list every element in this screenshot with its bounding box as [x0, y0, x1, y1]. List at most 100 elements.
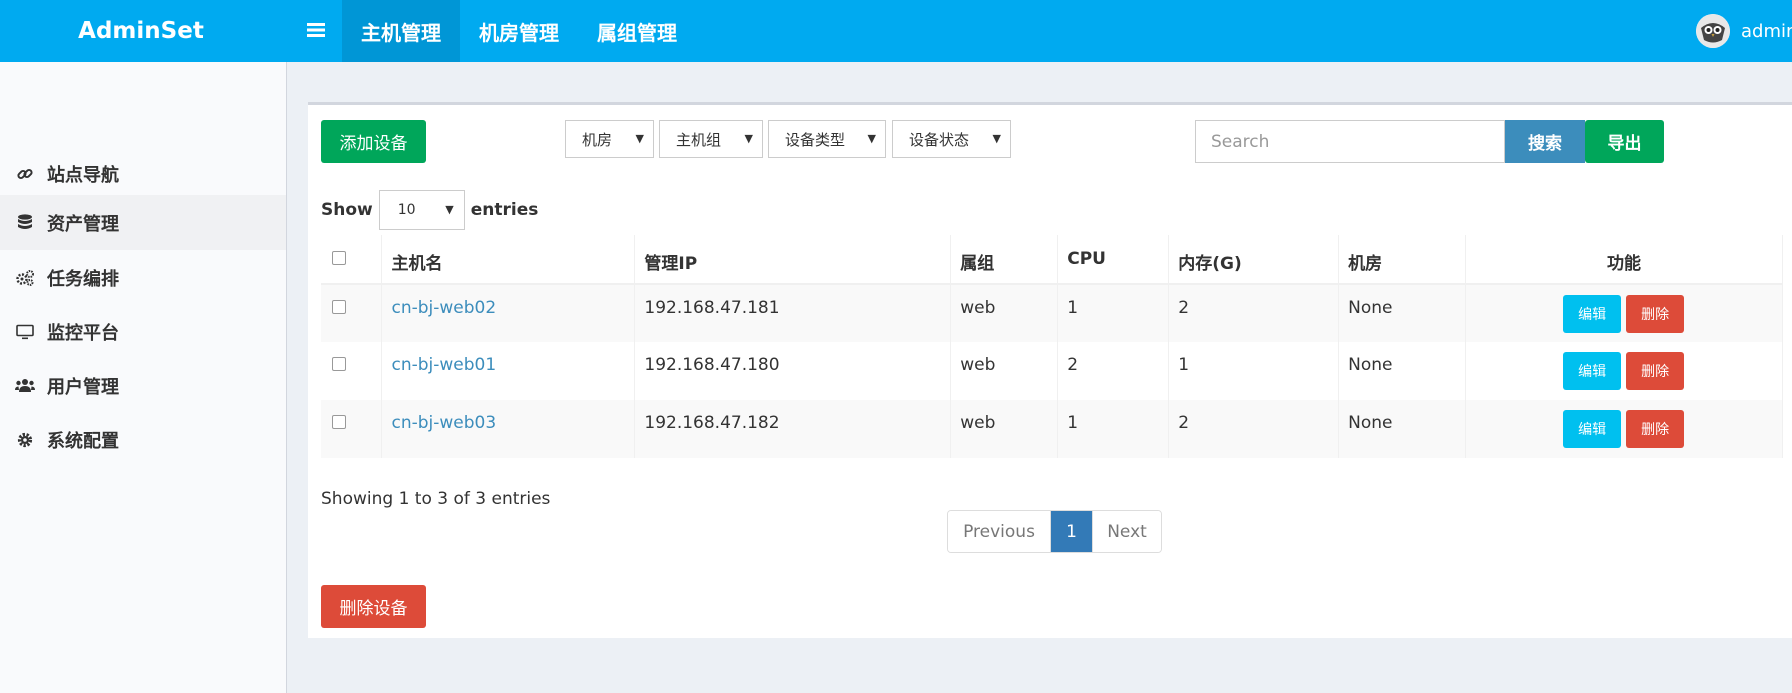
- filter-device-status-label: 设备状态: [909, 130, 970, 149]
- filter-device-type-label: 设备类型: [785, 130, 846, 149]
- topnav-idc-management[interactable]: 机房管理: [460, 0, 578, 62]
- caret-down-icon: ▼: [635, 132, 644, 145]
- caret-down-icon: ▼: [992, 132, 1001, 145]
- row-checkbox[interactable]: [332, 357, 346, 371]
- sidebar-item-label: 任务编排: [47, 268, 119, 290]
- memory-cell: 1: [1168, 342, 1340, 400]
- sidebar: 站点导航 资产管理 任务编排 监控平台 用户管理 系统配置: [0, 62, 287, 693]
- user-menu[interactable]: admin: [1696, 13, 1792, 49]
- group-cell: web: [950, 400, 1059, 458]
- owl-avatar-icon: [1696, 14, 1730, 48]
- filter-device-type-select[interactable]: 设备类型 ▼: [768, 120, 886, 158]
- brand-logo[interactable]: AdminSet: [0, 0, 287, 62]
- asset-table-panel: 添加设备 机房 ▼ 主机组 ▼ 设备类型 ▼ 设备状态 ▼ 搜索 导出 Show…: [308, 102, 1792, 638]
- filter-hostgroup-label: 主机组: [676, 130, 722, 149]
- sidebar-item-label: 监控平台: [47, 322, 119, 344]
- memory-cell: 2: [1168, 400, 1340, 458]
- group-cell: web: [950, 284, 1059, 342]
- table-info: Showing 1 to 3 of 3 entries: [321, 489, 551, 509]
- caret-down-icon: ▼: [867, 132, 876, 145]
- ip-cell: 192.168.47.181: [634, 284, 952, 342]
- cpu-cell: 1: [1057, 400, 1170, 458]
- users-icon: [15, 376, 35, 396]
- filter-device-status-select[interactable]: 设备状态 ▼: [892, 120, 1011, 158]
- delete-button[interactable]: 删除: [1626, 410, 1685, 448]
- top-menu: 主机管理 机房管理 属组管理: [342, 0, 696, 62]
- edit-button[interactable]: 编辑: [1563, 352, 1622, 390]
- sidebar-item-monitor[interactable]: 监控平台: [0, 304, 286, 359]
- host-table: 主机名 管理IP 属组 CPU 内存(G) 机房 功能 cn-bj-web02 …: [321, 235, 1783, 458]
- page-length-select[interactable]: 10 ▼: [378, 190, 465, 230]
- cpu-cell: 2: [1057, 342, 1170, 400]
- hostname-link[interactable]: cn-bj-web01: [391, 355, 496, 375]
- select-all-cell: [321, 235, 383, 285]
- column-header-memory[interactable]: 内存(G): [1168, 235, 1340, 285]
- memory-cell: 2: [1168, 284, 1340, 342]
- sidebar-item-site-nav[interactable]: 站点导航: [0, 146, 286, 201]
- select-all-checkbox[interactable]: [332, 251, 346, 265]
- column-header-group[interactable]: 属组: [950, 235, 1059, 285]
- edit-button[interactable]: 编辑: [1563, 410, 1622, 448]
- column-header-actions: 功能: [1465, 235, 1783, 285]
- gear-icon: [15, 430, 35, 450]
- delete-button[interactable]: 删除: [1626, 295, 1685, 333]
- filter-hostgroup-select[interactable]: 主机组 ▼: [659, 120, 763, 158]
- row-checkbox[interactable]: [332, 415, 346, 429]
- column-header-ip[interactable]: 管理IP: [634, 235, 952, 285]
- row-checkbox[interactable]: [332, 300, 346, 314]
- show-label: Show: [321, 200, 373, 220]
- sidebar-item-label: 站点导航: [47, 164, 119, 186]
- idc-cell: None: [1338, 342, 1467, 400]
- page-length-value: 10: [397, 202, 416, 218]
- filter-idc-label: 机房: [582, 130, 613, 149]
- previous-page-button[interactable]: Previous: [948, 511, 1051, 552]
- ip-cell: 192.168.47.182: [634, 400, 952, 458]
- database-icon: [15, 213, 35, 233]
- page-length-control: Show 10 ▼ entries: [321, 190, 538, 230]
- ip-cell: 192.168.47.180: [634, 342, 952, 400]
- column-header-idc[interactable]: 机房: [1338, 235, 1467, 285]
- add-device-button[interactable]: 添加设备: [321, 120, 426, 163]
- topnav-host-management[interactable]: 主机管理: [342, 0, 460, 62]
- hostname-link[interactable]: cn-bj-web03: [391, 413, 496, 433]
- table-header-row: 主机名 管理IP 属组 CPU 内存(G) 机房 功能: [321, 235, 1783, 285]
- cogs-icon: [15, 268, 35, 288]
- top-navbar: AdminSet 主机管理 机房管理 属组管理 admin: [0, 0, 1792, 62]
- filter-idc-select[interactable]: 机房 ▼: [565, 120, 654, 158]
- cpu-cell: 1: [1057, 284, 1170, 342]
- page-1-button[interactable]: 1: [1051, 511, 1093, 552]
- idc-cell: None: [1338, 284, 1467, 342]
- pagination: Previous 1 Next: [947, 510, 1162, 553]
- delete-button[interactable]: 删除: [1626, 352, 1685, 390]
- sidebar-item-users[interactable]: 用户管理: [0, 358, 286, 413]
- table-row: cn-bj-web01 192.168.47.180 web 2 1 None …: [321, 342, 1783, 400]
- group-cell: web: [950, 342, 1059, 400]
- sidebar-item-settings[interactable]: 系统配置: [0, 412, 286, 467]
- sidebar-item-tasks[interactable]: 任务编排: [0, 250, 286, 305]
- sidebar-item-label: 资产管理: [47, 213, 119, 235]
- export-button[interactable]: 导出: [1585, 120, 1664, 163]
- sidebar-item-label: 系统配置: [47, 430, 119, 452]
- edit-button[interactable]: 编辑: [1563, 295, 1622, 333]
- entries-label: entries: [470, 200, 539, 220]
- actions-cell: 编辑 删除: [1465, 342, 1783, 400]
- link-icon: [15, 164, 35, 184]
- search-button[interactable]: 搜索: [1505, 120, 1585, 163]
- search-input[interactable]: [1195, 120, 1505, 163]
- actions-cell: 编辑 删除: [1465, 400, 1783, 458]
- delete-devices-button[interactable]: 删除设备: [321, 585, 426, 628]
- table-row: cn-bj-web03 192.168.47.182 web 1 2 None …: [321, 400, 1783, 458]
- user-name: admin: [1741, 20, 1792, 42]
- caret-down-icon: ▼: [744, 132, 753, 145]
- sidebar-item-label: 用户管理: [47, 376, 119, 398]
- column-header-hostname[interactable]: 主机名: [381, 235, 636, 285]
- topnav-group-management[interactable]: 属组管理: [578, 0, 696, 62]
- hostname-link[interactable]: cn-bj-web02: [391, 298, 496, 318]
- column-header-cpu[interactable]: CPU: [1057, 235, 1170, 285]
- idc-cell: None: [1338, 400, 1467, 458]
- next-page-button[interactable]: Next: [1093, 511, 1161, 552]
- bars-icon[interactable]: [302, 15, 330, 45]
- caret-down-icon: ▼: [445, 203, 454, 216]
- desktop-icon: [15, 322, 35, 342]
- sidebar-item-assets[interactable]: 资产管理: [0, 195, 286, 250]
